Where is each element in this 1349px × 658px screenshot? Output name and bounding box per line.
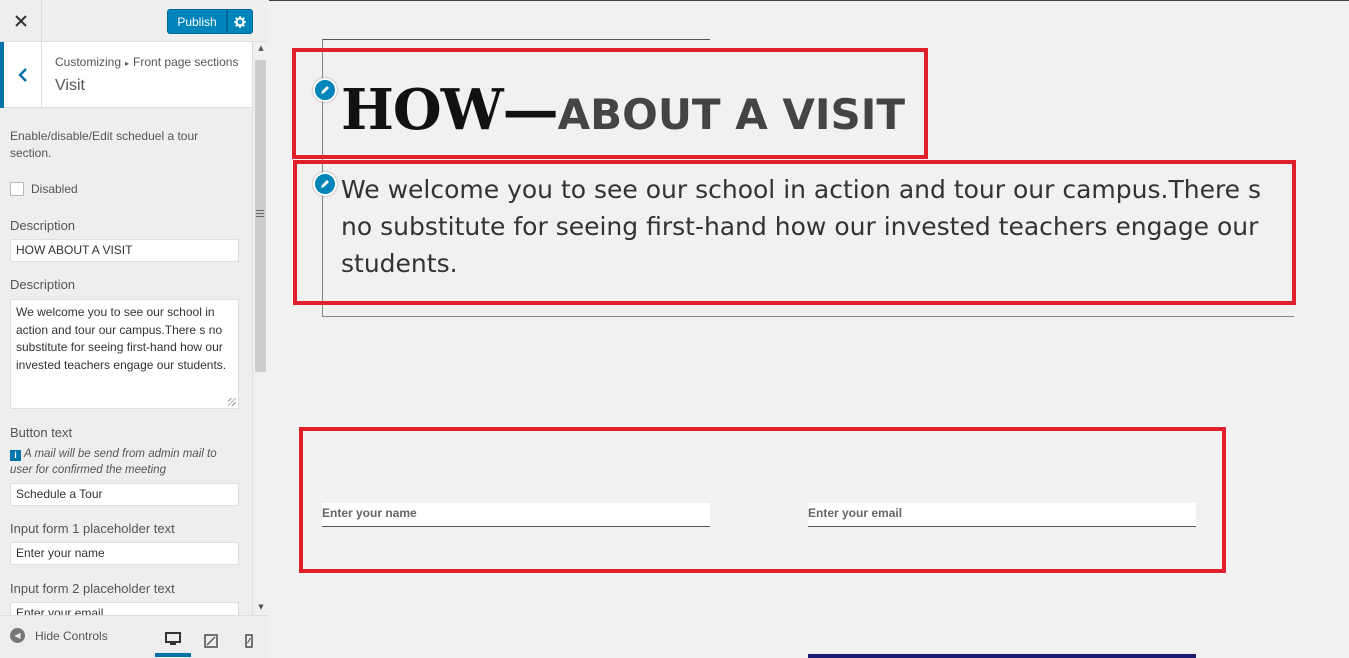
breadcrumb-section: Front page sections — [133, 55, 239, 69]
close-icon — [14, 15, 27, 27]
scroll-up-arrow[interactable]: ▲ — [253, 44, 269, 54]
button-text-label: Button text — [10, 425, 73, 440]
input2-placeholder-field[interactable]: Enter your email — [10, 602, 239, 615]
hide-controls-button[interactable]: ◀ Hide Controls — [10, 628, 108, 643]
name-input[interactable]: Enter your name — [322, 503, 710, 527]
input2-placeholder-label: Input form 2 placeholder text — [10, 581, 175, 596]
tablet-icon — [204, 633, 218, 648]
close-customizer-button[interactable] — [0, 0, 42, 42]
publish-settings-button[interactable] — [227, 9, 253, 34]
controls-scrollbar[interactable]: ▲ ▼ — [252, 42, 268, 615]
desktop-icon — [165, 631, 181, 645]
chevron-left-icon — [17, 68, 27, 82]
hide-controls-label: Hide Controls — [35, 628, 108, 643]
mobile-icon — [245, 633, 253, 648]
intro-text: We welcome you to see our school in acti… — [341, 175, 1262, 278]
edit-heading-button[interactable] — [313, 78, 337, 102]
button-text-field[interactable]: Schedule a Tour — [10, 483, 239, 506]
section-bottom-rule — [322, 316, 1294, 317]
pencil-icon — [321, 180, 329, 188]
back-button[interactable] — [0, 42, 42, 108]
scrollbar-grip-icon — [256, 210, 264, 218]
form-highlight-box — [299, 427, 1226, 573]
preview-desktop-button[interactable] — [155, 624, 191, 657]
section-panel-header: Customizing ▸ Front page sections Visit — [0, 42, 252, 108]
description-field-label: Description — [10, 277, 76, 292]
site-preview: HOW—ABOUT A VISIT We welcome you to see … — [269, 0, 1349, 658]
submit-button-edge[interactable] — [808, 654, 1196, 658]
description-textarea-text: We welcome you to see our school in acti… — [16, 305, 227, 372]
section-description: Enable/disable/Edit scheduel a tour sect… — [10, 129, 199, 160]
input1-placeholder-field[interactable]: Enter your name — [10, 542, 239, 565]
customizer-sidebar: Publish Customizing ▸ Front page sections … — [0, 0, 268, 658]
customizer-header: Publish — [0, 0, 268, 42]
description-textarea[interactable]: We welcome you to see our school in acti… — [10, 299, 239, 409]
breadcrumb-root: Customizing — [55, 55, 122, 69]
textarea-resize-handle[interactable] — [228, 398, 236, 406]
customizer-footer: ◀ Hide Controls — [0, 615, 268, 658]
edit-intro-button[interactable] — [313, 172, 337, 196]
gear-icon — [234, 15, 246, 28]
breadcrumb: Customizing ▸ Front page sections — [55, 55, 238, 69]
pencil-icon — [321, 86, 329, 94]
preview-mobile-button[interactable] — [231, 624, 267, 657]
info-icon: i — [10, 450, 21, 461]
breadcrumb-separator: ▸ — [125, 59, 130, 68]
disabled-checkbox[interactable] — [10, 182, 24, 196]
button-text-note-text: A mail will be send from admin mail to u… — [10, 448, 217, 476]
title-field[interactable]: HOW ABOUT A VISIT — [10, 239, 239, 262]
section-controls: Enable/disable/Edit scheduel a tour sect… — [0, 108, 252, 615]
section-title: Visit — [55, 77, 85, 94]
button-text-note: iA mail will be send from admin mail to … — [10, 446, 240, 478]
scroll-down-arrow[interactable]: ▼ — [253, 603, 269, 613]
input1-placeholder-label: Input form 1 placeholder text — [10, 521, 175, 536]
publish-button[interactable]: Publish — [167, 9, 227, 34]
disabled-toggle-row[interactable]: Disabled — [10, 182, 78, 196]
heading-top-rule — [322, 39, 710, 40]
heading-bold-word: HOW— — [341, 77, 559, 143]
heading-rest: ABOUT A VISIT — [557, 90, 905, 139]
title-field-label: Description — [10, 218, 76, 233]
disabled-label: Disabled — [31, 182, 78, 196]
email-input[interactable]: Enter your email — [808, 503, 1196, 527]
preview-tablet-button[interactable] — [193, 624, 229, 657]
section-heading: HOW—ABOUT A VISIT — [341, 77, 905, 143]
collapse-arrow-icon: ◀ — [10, 628, 25, 643]
